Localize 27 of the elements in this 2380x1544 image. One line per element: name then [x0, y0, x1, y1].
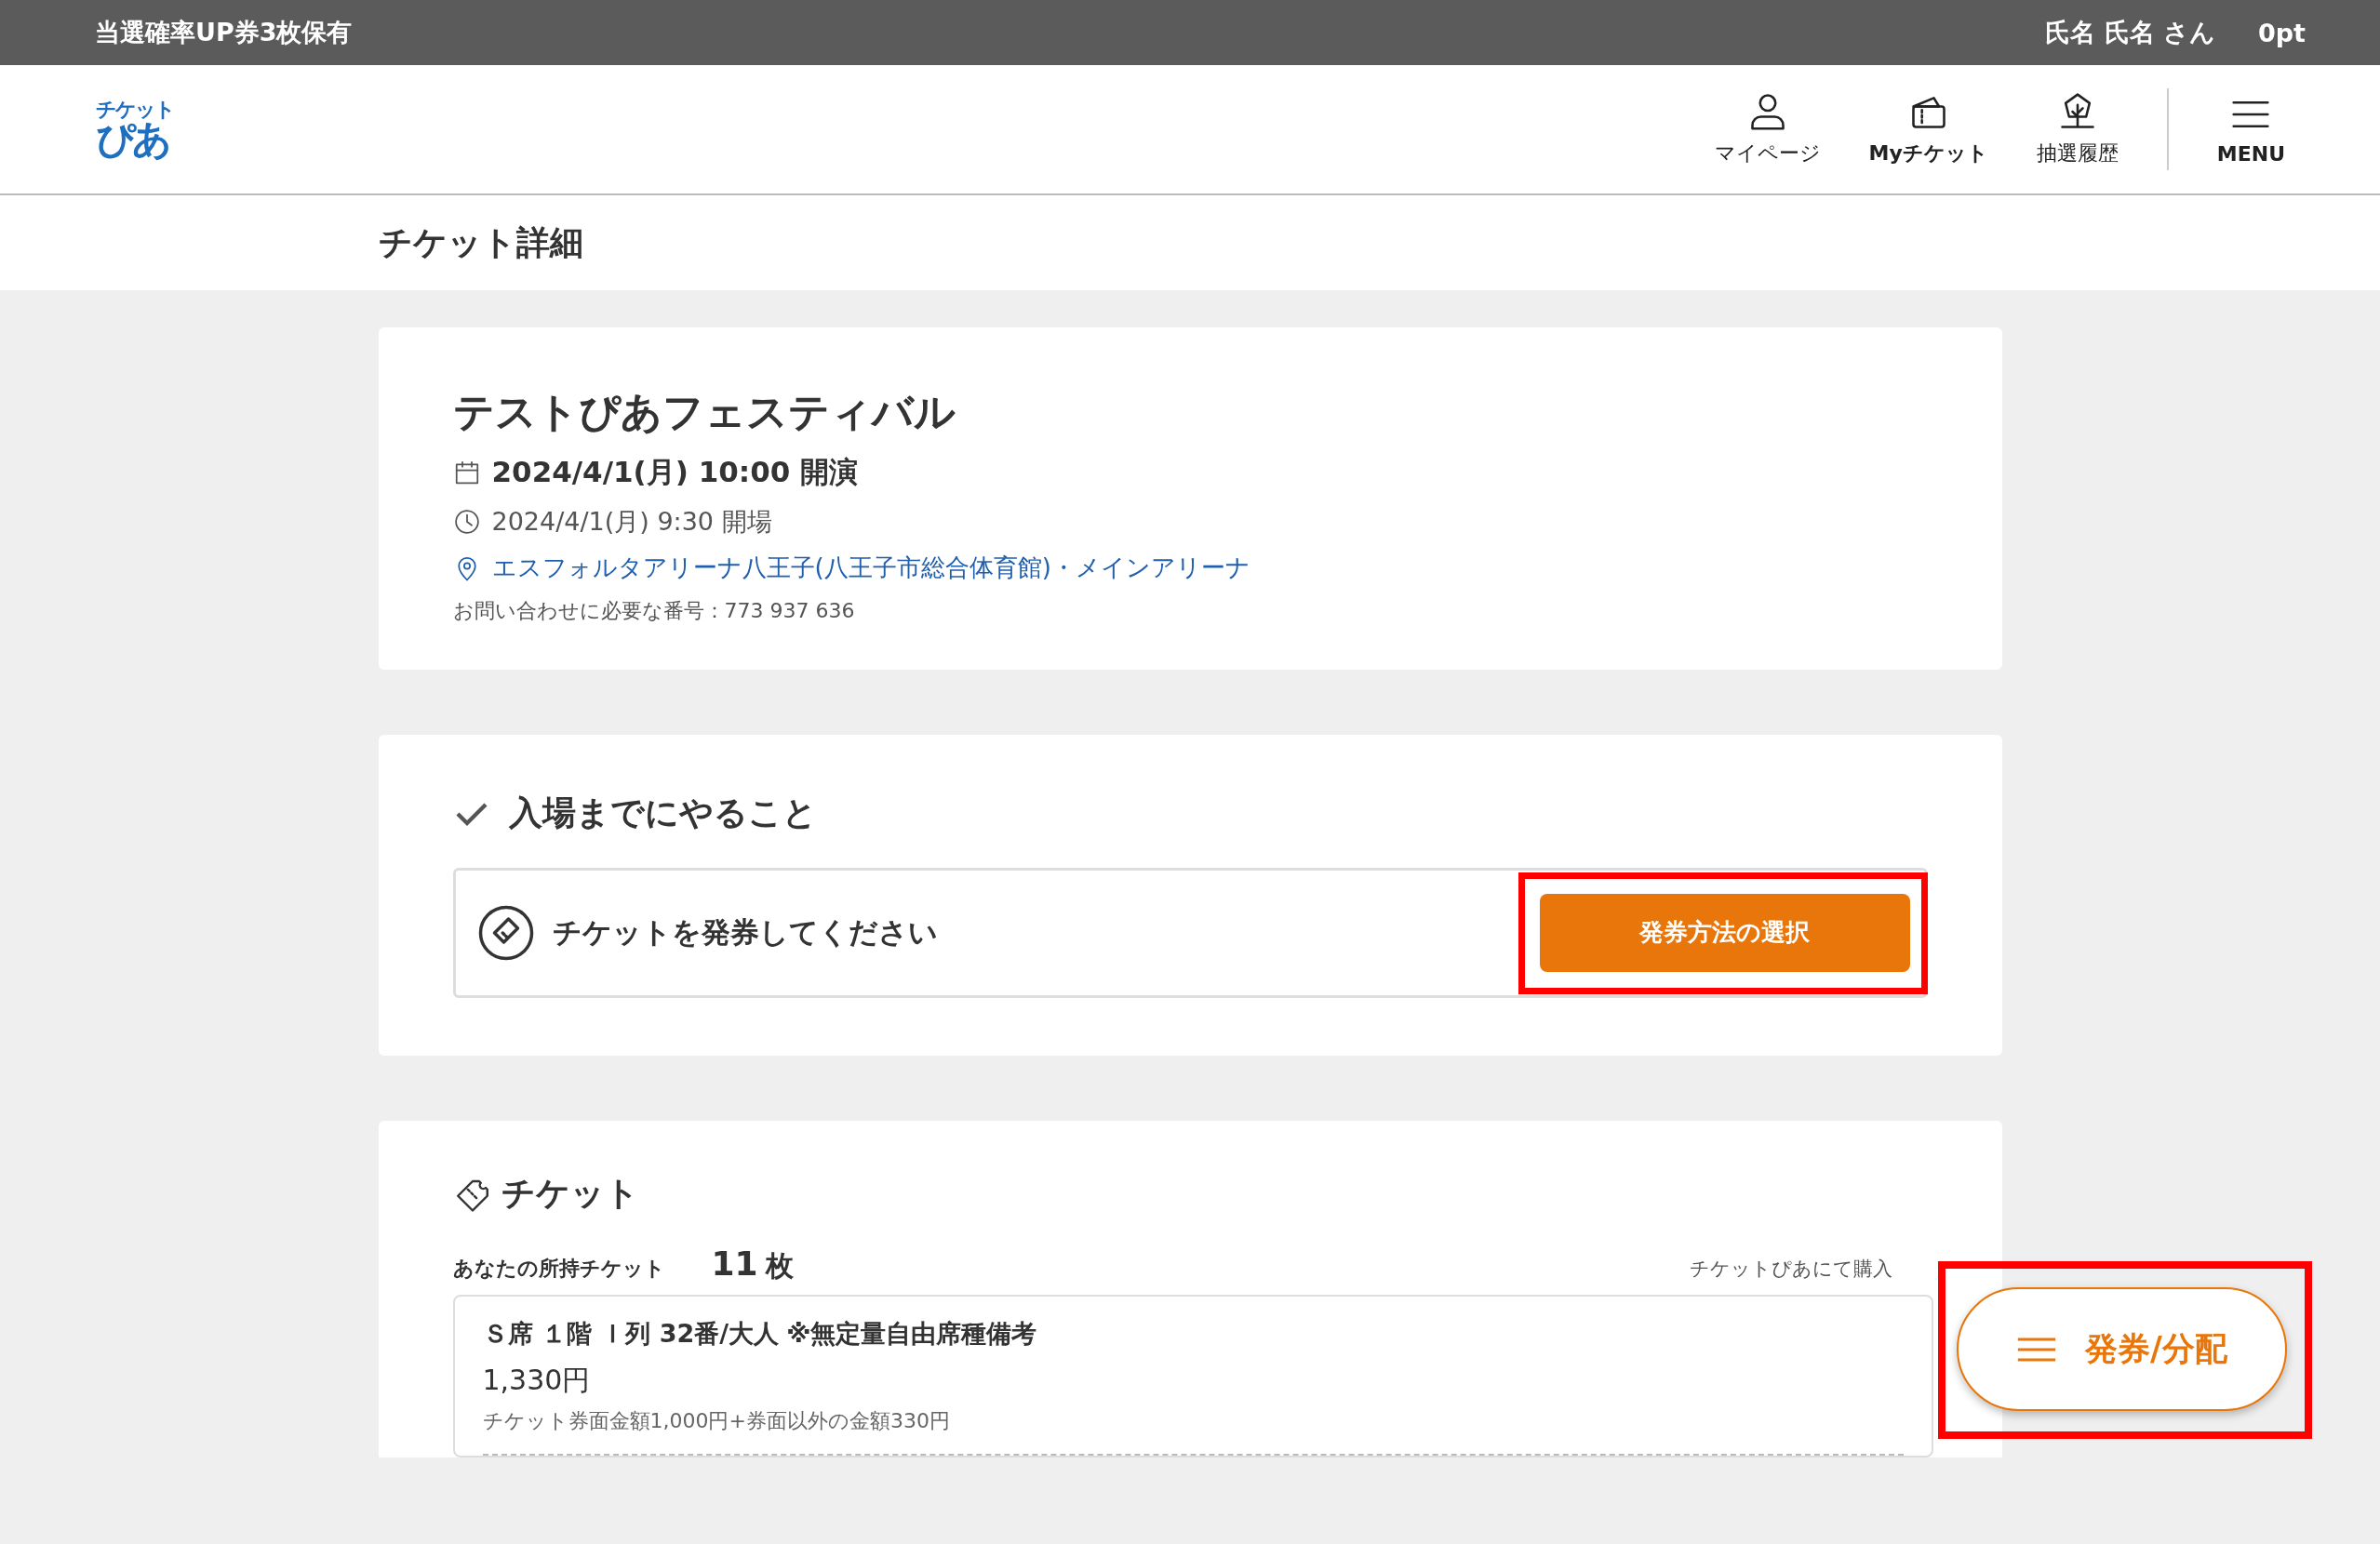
- lottery-nav-item[interactable]: 抽選履歴: [2012, 91, 2143, 167]
- ticket-icon: [477, 905, 534, 961]
- price-breakdown: チケット券面金額1,000円+券面以外の金額330円: [482, 1407, 1904, 1456]
- page-title: チケット詳細: [378, 223, 583, 261]
- menu-nav-item[interactable]: MENU: [2192, 93, 2309, 166]
- seat-note: ※無定量自由席種備考: [786, 1319, 1037, 1348]
- inquiry-number: お問い合わせに必要な番号：773 937 636: [452, 598, 856, 624]
- todo-text: チケットを発券してください: [552, 914, 939, 951]
- promo-text: 当選確率UP券3枚保有: [95, 17, 353, 48]
- doors-open-time: 2024/4/1(月) 9:30 開場: [491, 506, 772, 538]
- count-unit: 枚: [765, 1248, 794, 1284]
- todo-heading: 入場までにやること: [508, 792, 817, 833]
- ticket-price: 1,330円: [482, 1363, 592, 1398]
- performance-date: 2024/4/1(月) 10:00 開演: [491, 454, 859, 490]
- tickets-heading: チケット: [501, 1173, 639, 1214]
- clock-icon: [452, 508, 481, 536]
- user-name[interactable]: 氏名 氏名 さん: [2045, 16, 2215, 49]
- purchase-source: チケットぴあにて購入: [1689, 1257, 1892, 1282]
- venue-link[interactable]: エスフォルタアリーナ八王子(八王子市総合体育館)・メインアリーナ: [491, 552, 1250, 584]
- ticket-count: 11: [711, 1245, 758, 1283]
- owned-tickets-label: あなたの所持チケット: [452, 1256, 665, 1282]
- seat-info: Ｓ席 １階 Ｉ列 32番/大人: [482, 1319, 780, 1348]
- logo[interactable]: チケット ぴあ: [96, 100, 174, 159]
- ticket-nav-item[interactable]: Myチケット: [1844, 91, 2012, 167]
- points-balance: 0pt: [2257, 18, 2306, 47]
- person-nav-item[interactable]: マイページ: [1690, 91, 1845, 167]
- event-title: テストぴあフェスティバル: [452, 387, 956, 437]
